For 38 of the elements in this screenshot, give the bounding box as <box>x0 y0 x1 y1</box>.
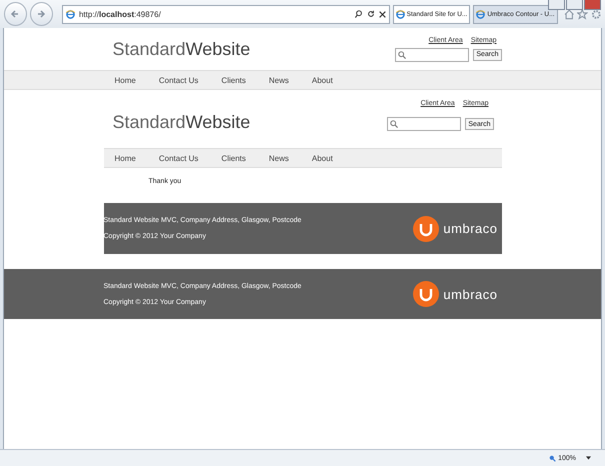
settings-icon[interactable] <box>590 8 601 20</box>
home-icon[interactable] <box>564 8 574 20</box>
nav-link[interactable]: Home <box>114 76 136 84</box>
caret-icon[interactable] <box>586 456 591 460</box>
nav-link[interactable]: News <box>268 154 289 162</box>
left-arrow-icon <box>10 9 20 19</box>
browser-logo-icon <box>66 10 75 18</box>
browser-logo-icon <box>396 10 405 18</box>
star-icon[interactable] <box>577 8 588 20</box>
magnifier-icon <box>549 454 556 462</box>
right-arrow-icon <box>36 9 46 19</box>
nav-link[interactable]: Clients <box>221 76 246 84</box>
nav-link[interactable]: About <box>312 154 333 162</box>
search-icon[interactable] <box>354 10 363 18</box>
nav-link[interactable]: Contact Us <box>158 154 198 162</box>
umbraco-logo-icon <box>413 281 440 307</box>
search-icon <box>390 120 398 128</box>
minimize-button[interactable] <box>548 0 565 10</box>
search-field[interactable] <box>395 48 470 62</box>
site-logo[interactable]: StandardWebsite <box>112 38 250 60</box>
forward-button[interactable] <box>30 2 53 26</box>
address-bar[interactable]: http://localhost:49876/ <box>62 4 390 24</box>
maximize-button[interactable] <box>566 0 583 10</box>
browser-logo-icon <box>476 10 486 18</box>
close-icon[interactable] <box>378 10 386 18</box>
nav-link[interactable]: Clients <box>221 154 246 162</box>
brand-name: umbraco <box>443 286 498 302</box>
refresh-icon[interactable] <box>366 10 375 18</box>
nav-link[interactable]: Contact Us <box>158 76 198 84</box>
brand-name: umbraco <box>443 221 498 236</box>
umbraco-logo-icon <box>413 216 440 242</box>
nav-link[interactable]: News <box>268 76 289 84</box>
nav-link[interactable]: Home <box>114 154 136 162</box>
nav-link[interactable]: About <box>312 76 333 84</box>
search-icon <box>398 50 406 58</box>
site-logo[interactable]: StandardWebsite <box>112 112 250 133</box>
back-button[interactable] <box>4 2 27 26</box>
search-field[interactable] <box>387 117 462 131</box>
